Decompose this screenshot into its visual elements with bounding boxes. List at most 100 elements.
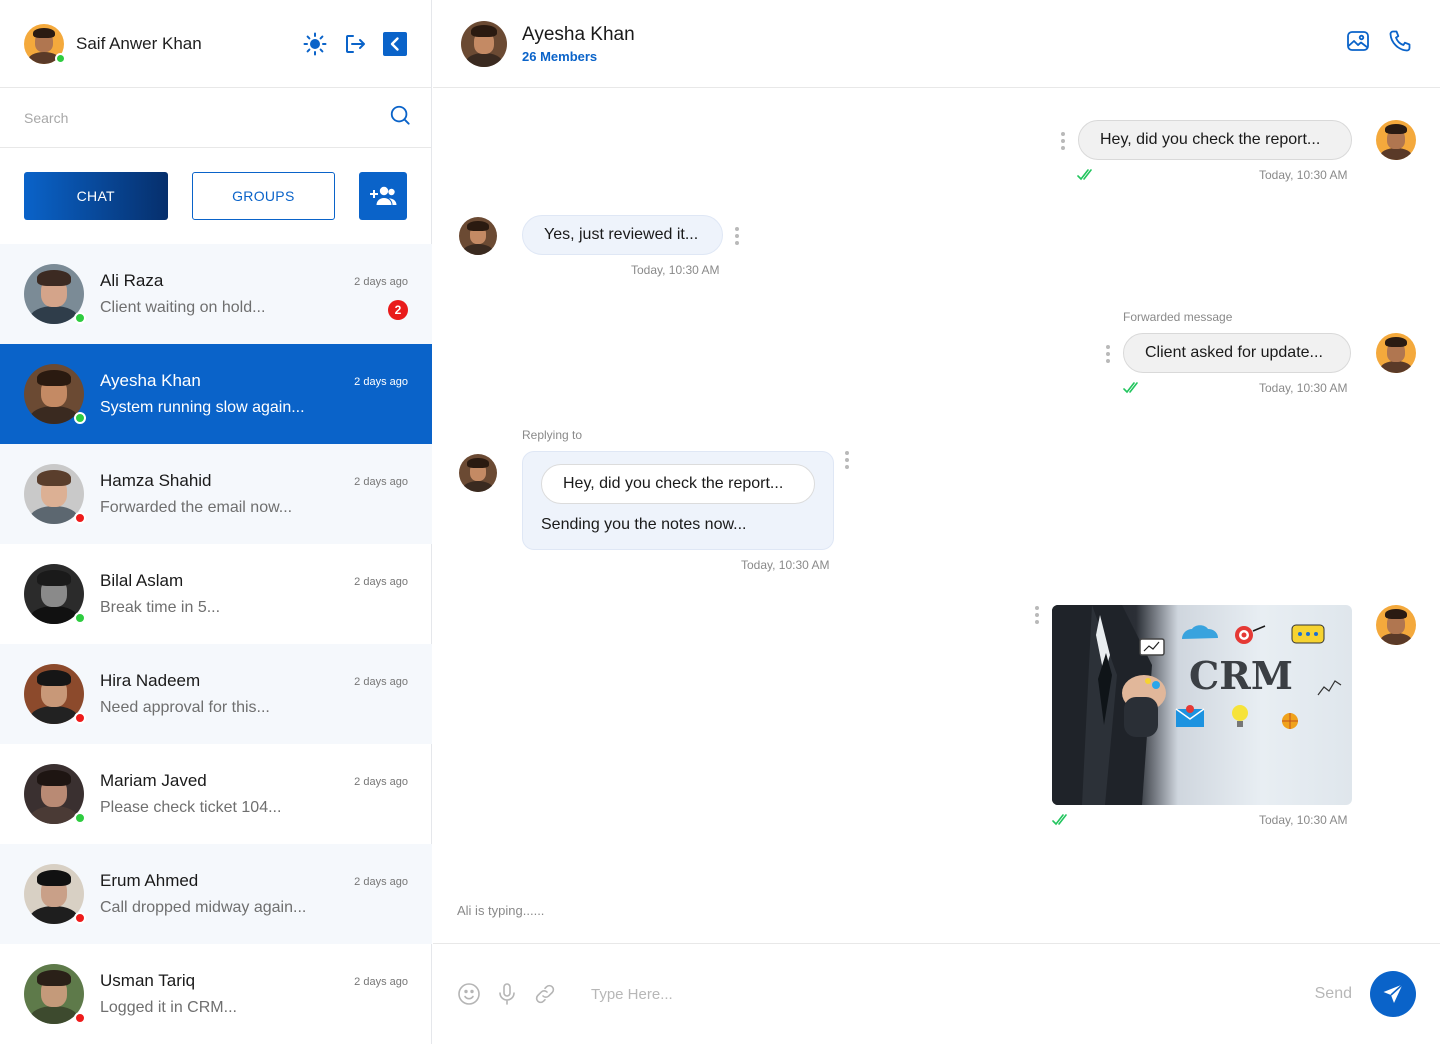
message-preview: Please check ticket 104... xyxy=(100,799,282,816)
online-status-dot xyxy=(55,52,66,64)
conversation-header: Ayesha Khan 26 Members xyxy=(433,0,1440,88)
reply-text: Sending you the notes now... xyxy=(541,516,747,533)
add-group-icon xyxy=(370,186,397,205)
contact-avatar xyxy=(24,964,86,1024)
chat-list: Ali Raza Client waiting on hold... 2 days… xyxy=(0,244,432,1044)
message-list: Hey, did you check the report... Today, … xyxy=(433,88,1440,943)
chat-list-item[interactable]: Hira Nadeem Need approval for this... 2 d… xyxy=(0,644,432,744)
message-preview: Logged it in CRM... xyxy=(100,999,237,1016)
contact-avatar xyxy=(24,664,86,724)
emoji-icon[interactable] xyxy=(457,982,481,1006)
message-timestamp: Today, 10:30 AM xyxy=(1259,168,1348,182)
message-preview: System running slow again... xyxy=(100,399,305,416)
message-preview: Call dropped midway again... xyxy=(100,899,307,916)
forwarded-label: Forwarded message xyxy=(1123,310,1233,324)
chat-list-item-selected[interactable]: Ayesha Khan System running slow again... … xyxy=(0,344,432,444)
typing-indicator: Ali is typing...... xyxy=(457,903,545,918)
chat-app: Saif Anwer Khan CHAT GROUPS xyxy=(0,0,1440,1044)
contact-avatar xyxy=(24,464,86,524)
contact-avatar xyxy=(24,864,86,924)
offline-status-dot xyxy=(74,1012,86,1024)
attach-link-icon[interactable] xyxy=(533,982,557,1006)
tab-chat[interactable]: CHAT xyxy=(24,172,168,220)
message-options-icon[interactable] xyxy=(735,227,741,245)
message-options-icon[interactable] xyxy=(1106,345,1112,363)
logout-icon[interactable] xyxy=(343,32,367,56)
chat-list-item[interactable]: Bilal Aslam Break time in 5... 2 days ago xyxy=(0,544,432,644)
crm-text: CRM xyxy=(1189,653,1293,698)
offline-status-dot xyxy=(74,512,86,524)
message-time: 2 days ago xyxy=(354,476,408,488)
theme-toggle-sun-icon[interactable] xyxy=(303,32,327,56)
message-composer: Send xyxy=(433,943,1440,1044)
message-preview: Client waiting on hold... xyxy=(100,299,266,316)
message-options-icon[interactable] xyxy=(845,451,851,469)
unread-badge: 2 xyxy=(388,300,408,320)
message-time: 2 days ago xyxy=(354,976,408,988)
message-time: 2 days ago xyxy=(354,376,408,388)
message-timestamp: Today, 10:30 AM xyxy=(1259,813,1348,827)
contact-avatar xyxy=(24,564,86,624)
chat-list-item[interactable]: Ali Raza Client waiting on hold... 2 days… xyxy=(0,244,432,344)
microphone-icon[interactable] xyxy=(495,982,519,1006)
chat-list-item[interactable]: Hamza Shahid Forwarded the email now... 2… xyxy=(0,444,432,544)
send-button[interactable] xyxy=(1370,971,1416,1017)
collapse-sidebar-icon[interactable] xyxy=(383,31,407,56)
image-attachment[interactable]: CRM xyxy=(1052,605,1352,805)
chat-list-item[interactable]: Mariam Javed Please check ticket 104... 2… xyxy=(0,744,432,844)
sidebar: Saif Anwer Khan CHAT GROUPS xyxy=(0,0,432,1044)
media-gallery-icon[interactable] xyxy=(1346,29,1370,58)
online-status-dot xyxy=(74,412,86,424)
message-bubble-incoming[interactable]: Yes, just reviewed it... xyxy=(522,215,723,255)
send-icon xyxy=(1383,983,1404,1003)
conversation-title: Ayesha Khan xyxy=(522,23,635,45)
contact-avatar xyxy=(24,364,86,424)
message-options-icon[interactable] xyxy=(1061,132,1067,150)
read-receipt-icon xyxy=(1123,381,1143,400)
replying-to-label: Replying to xyxy=(522,428,583,442)
add-user-button[interactable] xyxy=(359,172,407,220)
offline-status-dot xyxy=(74,712,86,724)
crm-image-illustration: CRM xyxy=(1052,605,1342,805)
read-receipt-icon xyxy=(1052,813,1072,832)
message-time: 2 days ago xyxy=(354,776,408,788)
chat-tabs: CHAT GROUPS xyxy=(0,148,431,244)
current-user-name: Saif Anwer Khan xyxy=(76,33,202,53)
members-count[interactable]: 26 Members xyxy=(522,49,635,64)
message-preview: Forwarded the email now... xyxy=(100,499,293,516)
conversation-panel: Ayesha Khan 26 Members Hey, did you chec… xyxy=(433,0,1440,1044)
contact-avatar xyxy=(24,764,86,824)
online-status-dot xyxy=(74,312,86,324)
message-time: 2 days ago xyxy=(354,876,408,888)
search-input[interactable] xyxy=(24,109,389,126)
chat-list-item[interactable]: Erum Ahmed Call dropped midway again... 2… xyxy=(0,844,432,944)
search-icon[interactable] xyxy=(389,104,411,131)
message-time: 2 days ago xyxy=(354,276,408,288)
user-avatar[interactable] xyxy=(24,23,66,64)
sender-avatar xyxy=(1376,605,1416,645)
search-bar xyxy=(0,88,431,148)
message-input[interactable] xyxy=(591,985,1315,1003)
online-status-dot xyxy=(74,812,86,824)
message-timestamp: Today, 10:30 AM xyxy=(741,558,830,572)
tab-groups[interactable]: GROUPS xyxy=(191,172,336,220)
sender-avatar xyxy=(459,454,497,492)
sidebar-header: Saif Anwer Khan xyxy=(0,0,431,88)
reply-message-bubble[interactable]: Hey, did you check the report... Sending… xyxy=(522,451,834,550)
contact-avatar xyxy=(24,264,86,324)
chat-list-item[interactable]: Usman Tariq Logged it in CRM... 2 days ag… xyxy=(0,944,432,1044)
quoted-message[interactable]: Hey, did you check the report... xyxy=(541,464,815,504)
send-label[interactable]: Send xyxy=(1315,985,1352,1003)
phone-call-icon[interactable] xyxy=(1388,29,1412,58)
sender-avatar xyxy=(1376,333,1416,373)
message-bubble-outgoing[interactable]: Hey, did you check the report... xyxy=(1078,120,1352,160)
message-timestamp: Today, 10:30 AM xyxy=(631,263,720,277)
conversation-avatar[interactable] xyxy=(461,20,507,67)
message-timestamp: Today, 10:30 AM xyxy=(1259,381,1348,395)
message-options-icon[interactable] xyxy=(1035,606,1041,624)
message-bubble-outgoing[interactable]: Client asked for update... xyxy=(1123,333,1351,373)
read-receipt-icon xyxy=(1077,168,1097,187)
sender-avatar xyxy=(459,217,497,255)
message-time: 2 days ago xyxy=(354,576,408,588)
online-status-dot xyxy=(74,612,86,624)
